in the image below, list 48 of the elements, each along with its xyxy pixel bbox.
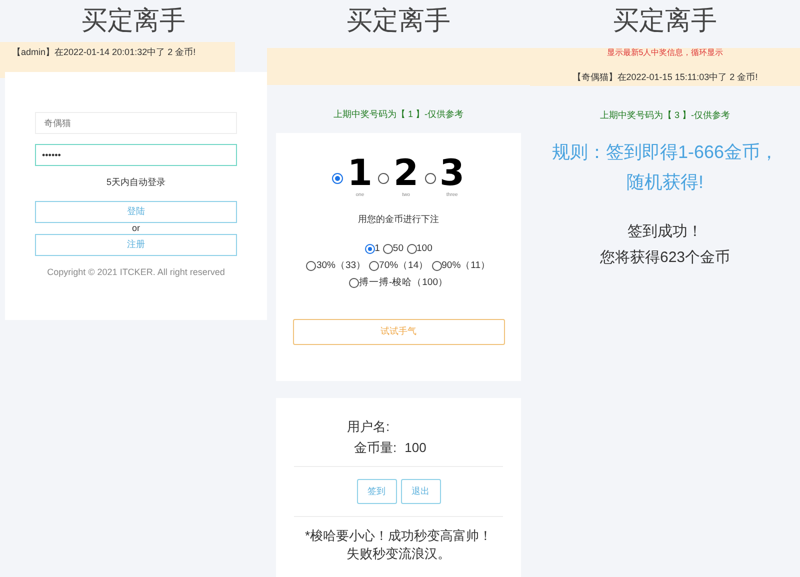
coins-value: 100	[404, 439, 426, 458]
page-title: 买定离手	[80, 4, 186, 37]
username-field[interactable]: 奇偶猫	[35, 112, 237, 134]
coins-label: 金币量:	[354, 439, 397, 458]
bet-option-label: 50	[392, 242, 404, 256]
bet-prompt: 用您的金币进行下注	[358, 213, 439, 226]
password-field[interactable]: ••••••	[35, 144, 237, 166]
number-digit: 1	[347, 157, 372, 192]
radio-button[interactable]	[432, 260, 442, 271]
username-label: 用户名:	[347, 418, 391, 436]
radio-button[interactable]	[406, 244, 416, 254]
rule-text: 随机获得!	[626, 171, 704, 194]
radio-button[interactable]	[306, 260, 316, 271]
result-text: 您将获得623个金币	[600, 248, 730, 268]
or-text: or	[132, 223, 140, 233]
ticker-text: 【奇偶猫】在2022-01-15 15:11:03中了 2 金币!	[572, 71, 758, 83]
copyright-text: Copyright © 2021 ITCKER. All right reserved	[47, 266, 225, 279]
remember-login-text: 5天内自动登录	[106, 176, 166, 189]
ticker-text: 【admin】在2022-01-14 20:01:32中了 2 金币!	[12, 46, 197, 59]
bet-option-label: 70%（14）	[379, 258, 429, 273]
warning-text: 失败秒变流浪汉。	[346, 545, 450, 564]
page-title: 买定离手	[613, 4, 717, 37]
bet-option-label: 30%（33）	[316, 258, 366, 273]
logout-button[interactable]: 退出	[400, 479, 440, 504]
bet-option-label: 100	[416, 242, 432, 256]
radio-button[interactable]	[369, 260, 380, 271]
radio-button[interactable]	[378, 172, 390, 184]
radio-button[interactable]	[382, 244, 393, 254]
number-digit: 2	[393, 157, 419, 192]
rule-text: 规则：签到即得1-666金币，	[552, 141, 778, 164]
radio-button[interactable]	[332, 172, 344, 184]
last-draw-text: 上期中奖号码为【 1 】-仅供参考	[333, 108, 464, 122]
login-button[interactable]: 登陆	[35, 201, 237, 223]
result-text: 签到成功！	[628, 222, 702, 242]
register-button[interactable]: 注册	[35, 234, 237, 256]
radio-button[interactable]	[364, 244, 375, 254]
try-luck-button[interactable]: 试试手气	[292, 318, 504, 345]
radio-button[interactable]	[424, 172, 436, 184]
sign-in-button[interactable]: 签到	[356, 479, 396, 504]
notice-text: 显示最新5人中奖信息，循环显示	[606, 48, 724, 58]
last-draw-text: 上期中奖号码为【 3 】-仅供参考	[600, 109, 730, 122]
bet-option-label: 1	[374, 242, 380, 256]
bet-option-label: 90%（11）	[442, 258, 491, 273]
number-digit: 3	[440, 157, 465, 192]
bet-option-label: 搏一搏-梭哈（100）	[358, 276, 448, 290]
warning-text: *梭哈要小心！成功秒变高富帅！	[304, 527, 492, 546]
radio-button[interactable]	[348, 278, 359, 288]
page-title: 买定离手	[346, 4, 450, 37]
